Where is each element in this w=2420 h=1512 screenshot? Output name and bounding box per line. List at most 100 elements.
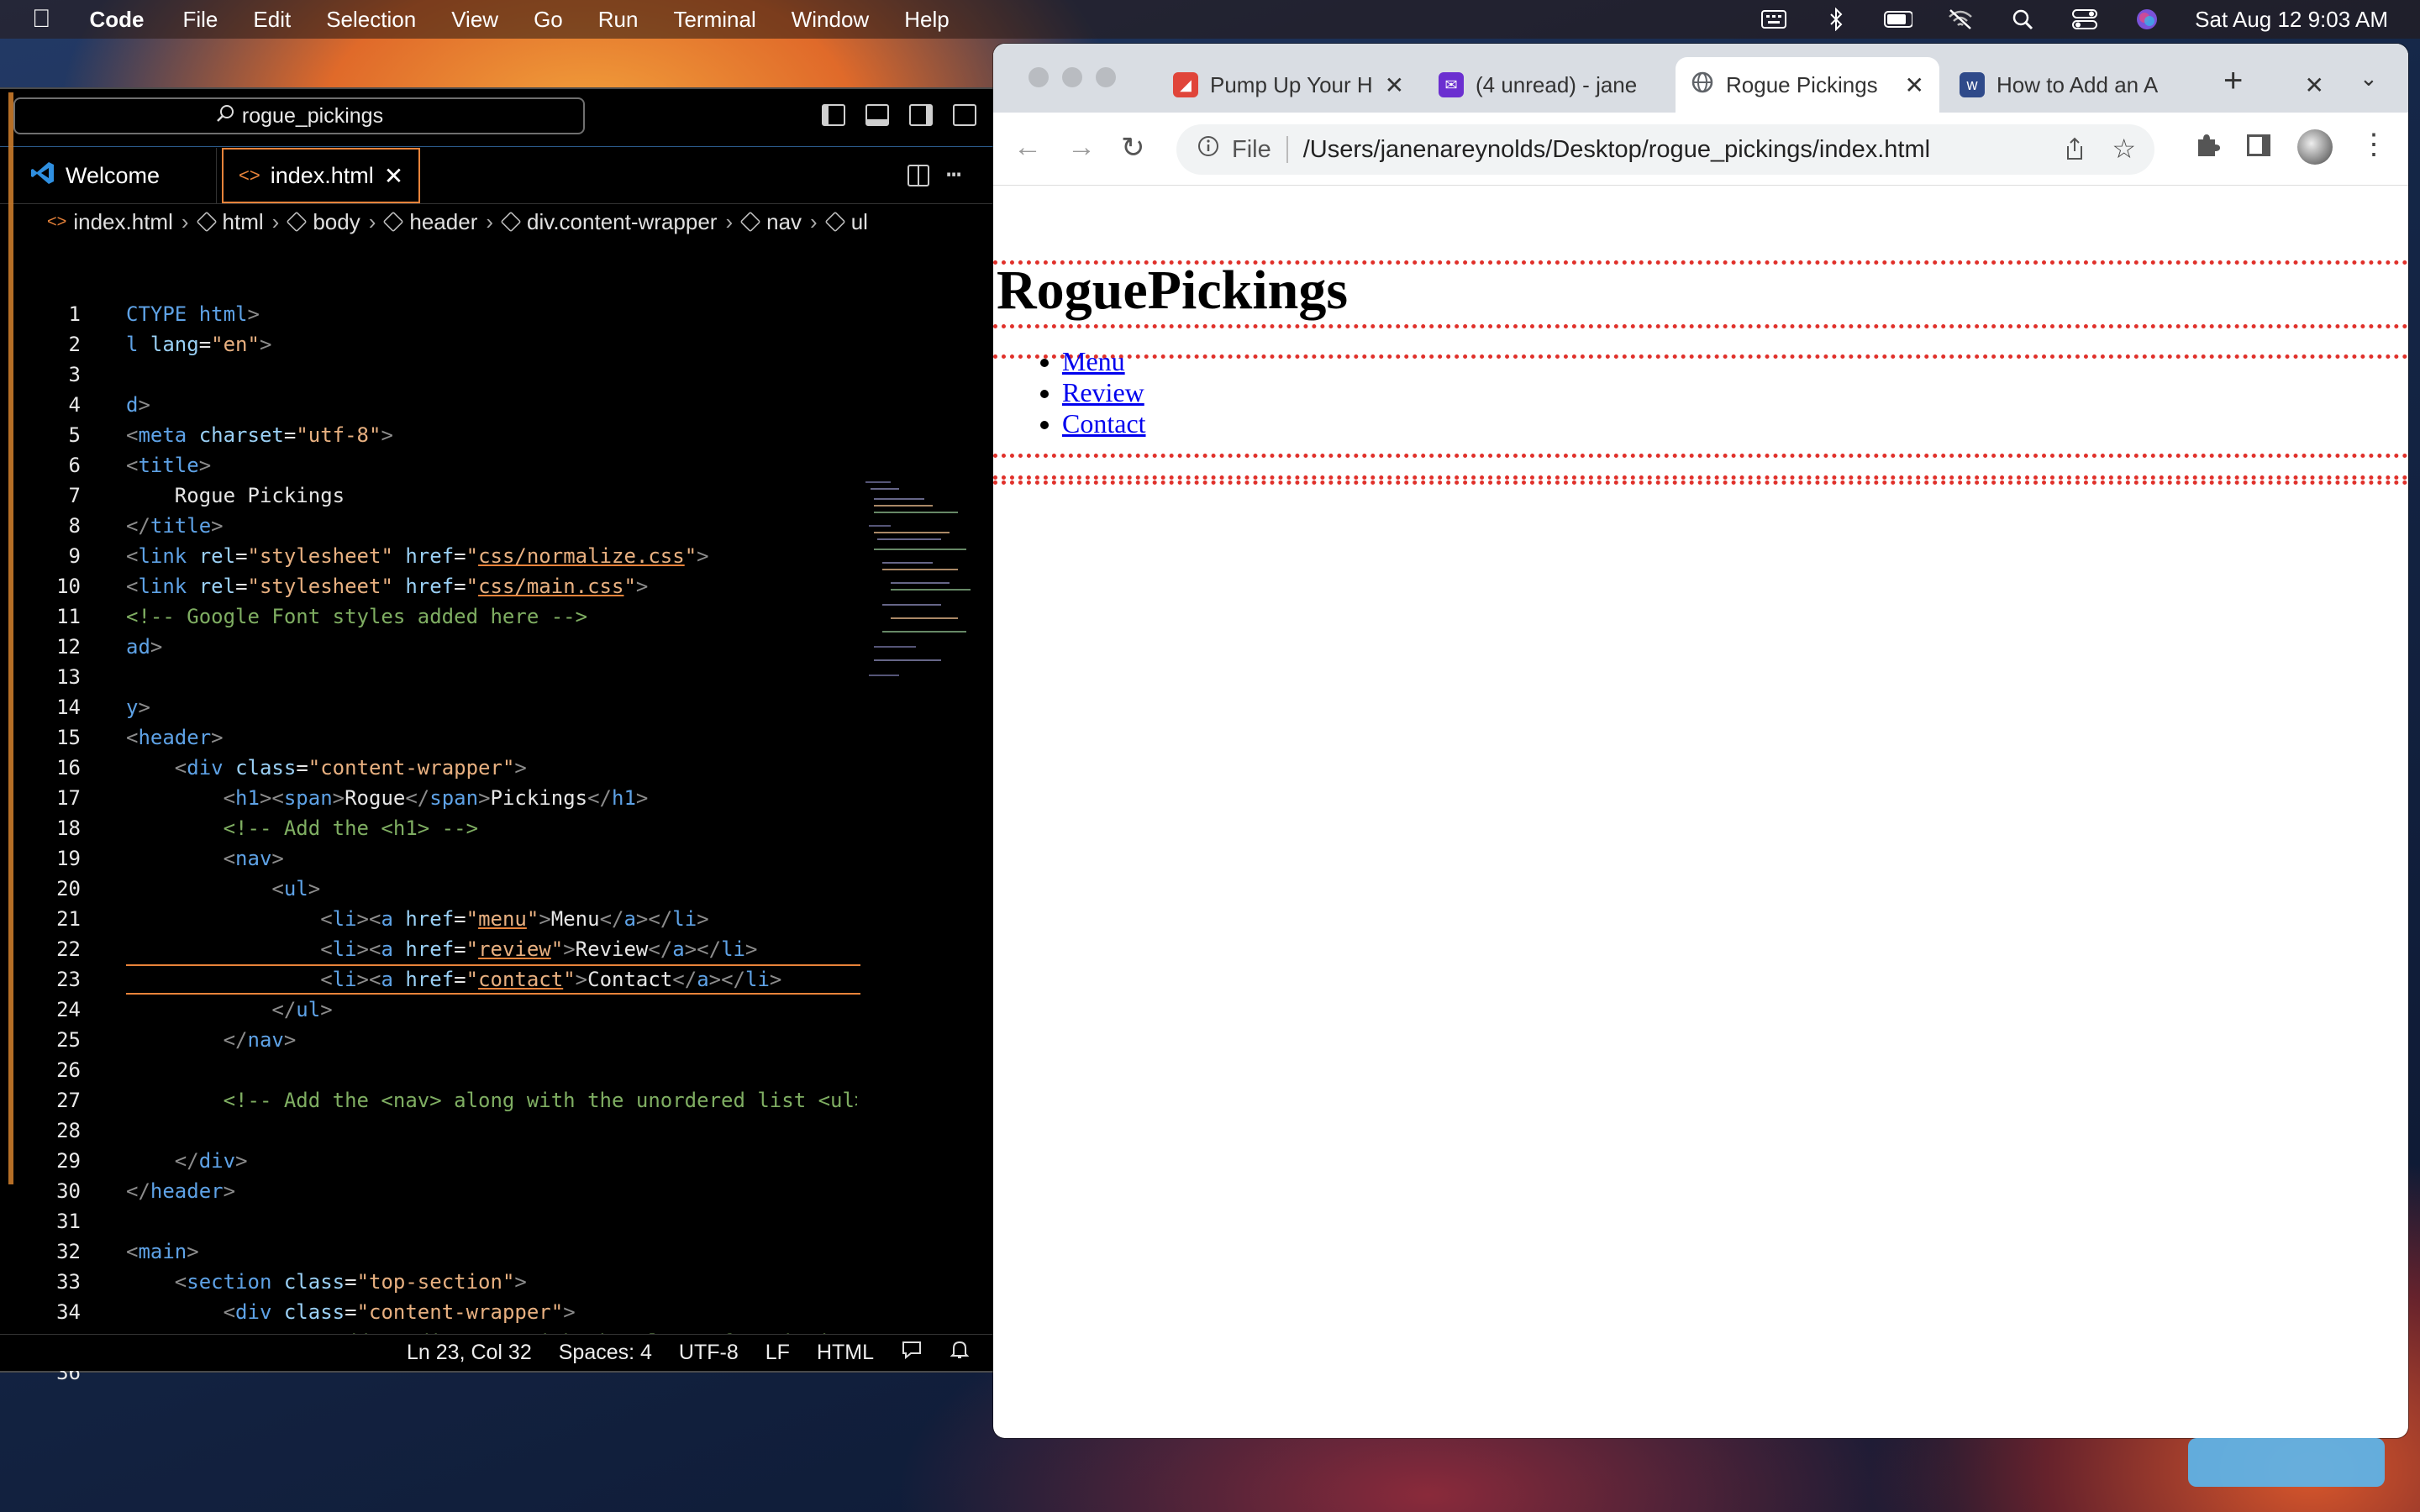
app-name[interactable]: Code	[90, 7, 145, 33]
wifi-off-icon[interactable]	[1946, 8, 1975, 30]
breadcrumb-item[interactable]: ul	[824, 209, 868, 235]
code-line[interactable]: 12 ad>	[0, 632, 857, 662]
code-line[interactable]: 28	[0, 1116, 857, 1146]
close-window-button[interactable]	[1028, 67, 1049, 87]
code-line[interactable]: 34 <div class="content-wrapper">	[0, 1297, 857, 1327]
code-line[interactable]: 31	[0, 1206, 857, 1236]
menu-selection[interactable]: Selection	[326, 7, 416, 33]
close-icon[interactable]: ✕	[1385, 71, 1404, 99]
browser-tab-active[interactable]: Rogue Pickings ✕	[1676, 57, 1939, 113]
code-line[interactable]: 6 <title>	[0, 450, 857, 480]
cursor-position[interactable]: Ln 23, Col 32	[407, 1341, 532, 1365]
code-line[interactable]: 8 </title>	[0, 511, 857, 541]
code-line[interactable]: 17 <h1><span>Rogue</span>Pickings</h1>	[0, 783, 857, 813]
code-line[interactable]: 11 <!-- Google Font styles added here -->	[0, 601, 857, 632]
code-line[interactable]: 23 <li><a href="contact">Contact</a></li…	[0, 964, 857, 995]
breadcrumb-item[interactable]: header	[382, 209, 477, 235]
battery-icon[interactable]	[1884, 8, 1913, 30]
language-mode[interactable]: HTML	[817, 1341, 874, 1365]
toggle-primary-sidebar-icon[interactable]	[822, 104, 845, 126]
customize-layout-icon[interactable]	[953, 104, 976, 126]
breadcrumb-item[interactable]: div.content-wrapper	[500, 209, 717, 235]
encoding[interactable]: UTF-8	[679, 1341, 739, 1365]
close-icon[interactable]: ✕	[384, 162, 403, 190]
reload-icon[interactable]: ↻	[1121, 131, 1145, 165]
avatar[interactable]	[2297, 129, 2333, 165]
nav-link-menu[interactable]: Menu	[1062, 346, 1125, 376]
code-line[interactable]: 27 <!-- Add the <nav> along with the uno…	[0, 1085, 857, 1116]
share-icon[interactable]	[2064, 136, 2086, 168]
address-bar[interactable]: File /Users/janenareynolds/Desktop/rogue…	[1176, 124, 2154, 175]
menu-file[interactable]: File	[183, 7, 218, 33]
search-icon[interactable]	[2008, 8, 2037, 30]
code-line[interactable]: 18 <!-- Add the <h1> -->	[0, 813, 857, 843]
nav-link-contact[interactable]: Contact	[1062, 408, 1146, 438]
bell-icon[interactable]	[950, 1339, 970, 1367]
code-line[interactable]: 15 <header>	[0, 722, 857, 753]
new-tab-icon[interactable]: +	[2223, 62, 2243, 100]
more-actions-icon[interactable]: ⋯	[946, 160, 961, 189]
code-line[interactable]: 26	[0, 1055, 857, 1085]
code-line[interactable]: 30 </header>	[0, 1176, 857, 1206]
end-of-line[interactable]: LF	[765, 1341, 790, 1365]
breadcrumb-item[interactable]: <> index.html	[47, 209, 173, 235]
back-icon[interactable]: ←	[1013, 131, 1042, 164]
control-center-icon[interactable]	[2070, 8, 2099, 30]
clock[interactable]: Sat Aug 12 9:03 AM	[2195, 7, 2388, 33]
minimap[interactable]	[865, 479, 975, 798]
indentation[interactable]: Spaces: 4	[559, 1341, 652, 1365]
close-icon[interactable]: ✕	[2305, 71, 2324, 99]
code-line[interactable]: 24 </ul>	[0, 995, 857, 1025]
code-line[interactable]: 25 </nav>	[0, 1025, 857, 1055]
code-line[interactable]: 20 <ul>	[0, 874, 857, 904]
apple-icon[interactable]: 	[32, 5, 51, 34]
code-line[interactable]: 16 <div class="content-wrapper">	[0, 753, 857, 783]
forward-icon[interactable]: →	[1067, 131, 1096, 164]
code-line[interactable]: 13	[0, 662, 857, 692]
extensions-icon[interactable]	[2193, 131, 2220, 162]
toggle-secondary-sidebar-icon[interactable]	[909, 104, 933, 126]
toggle-panel-icon[interactable]	[865, 104, 889, 126]
menu-view[interactable]: View	[451, 7, 498, 33]
command-center-search[interactable]: rogue_pickings	[13, 97, 585, 134]
menu-terminal[interactable]: Terminal	[673, 7, 755, 33]
dock-app-peek[interactable]	[2188, 1438, 2385, 1487]
feedback-icon[interactable]	[901, 1340, 923, 1366]
bluetooth-icon[interactable]	[1822, 8, 1850, 31]
menu-go[interactable]: Go	[534, 7, 563, 33]
split-editor-icon[interactable]	[908, 165, 929, 186]
code-line[interactable]: 33 <section class="top-section">	[0, 1267, 857, 1297]
code-line[interactable]: 19 <nav>	[0, 843, 857, 874]
code-line[interactable]: 22 <li><a href="review">Review</a></li>	[0, 934, 857, 964]
code-line[interactable]: 2 l lang="en">	[0, 329, 857, 360]
code-line[interactable]: 3	[0, 360, 857, 390]
tab-welcome[interactable]: Welcome	[15, 148, 217, 203]
menu-edit[interactable]: Edit	[253, 7, 291, 33]
code-editor[interactable]: 1 CTYPE html> 2 l lang="en"> 3 4 d> 5 <meta char…	[0, 92, 995, 1428]
code-line[interactable]: 9 <link rel="stylesheet" href="css/normal…	[0, 541, 857, 571]
menu-help[interactable]: Help	[904, 7, 949, 33]
siri-icon[interactable]	[2133, 8, 2161, 30]
browser-tab[interactable]: w How to Add an A ✕	[1944, 57, 2339, 113]
code-line[interactable]: 32 <main>	[0, 1236, 857, 1267]
code-line[interactable]: 10 <link rel="stylesheet" href="css/main.…	[0, 571, 857, 601]
nav-link-review[interactable]: Review	[1062, 377, 1144, 407]
close-icon[interactable]: ✕	[1905, 71, 1924, 99]
side-panel-icon[interactable]	[2247, 134, 2270, 156]
menu-run[interactable]: Run	[598, 7, 639, 33]
breadcrumb-item[interactable]: body	[286, 209, 360, 235]
menu-window[interactable]: Window	[792, 7, 869, 33]
tab-index-html[interactable]: <> index.html ✕	[222, 148, 420, 203]
bookmark-star-icon[interactable]: ☆	[2112, 133, 2136, 165]
minimize-window-button[interactable]	[1062, 67, 1082, 87]
tab-search-icon[interactable]: ⌄	[2360, 66, 2378, 92]
code-line[interactable]: 14 y>	[0, 692, 857, 722]
info-icon[interactable]	[1197, 134, 1220, 165]
breadcrumb-item[interactable]: html	[196, 209, 264, 235]
menu-kebab-icon[interactable]: ⋮	[2360, 128, 2388, 161]
code-line[interactable]: 7 Rogue Pickings	[0, 480, 857, 511]
breadcrumb-item[interactable]: nav	[739, 209, 802, 235]
browser-tab[interactable]: ◢ Pump Up Your H ✕	[1158, 57, 1418, 113]
code-line[interactable]: 5 <meta charset="utf-8">	[0, 420, 857, 450]
zoom-window-button[interactable]	[1096, 67, 1116, 87]
